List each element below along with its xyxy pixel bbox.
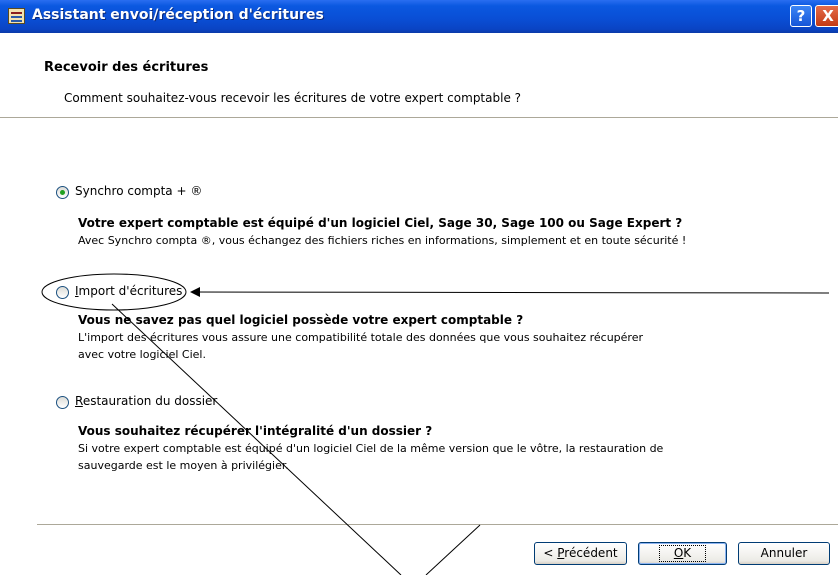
- import-ecritures-radio[interactable]: [56, 286, 69, 299]
- ok-accel: O: [673, 546, 684, 560]
- synchro-compta-radio[interactable]: [56, 186, 69, 199]
- restauration-radio[interactable]: [56, 396, 69, 409]
- ok-focus-ring: OK: [658, 545, 707, 562]
- pointer-line-right: [425, 524, 481, 575]
- import-ecritures-desc-1: L'import des écritures vous assure une c…: [78, 331, 643, 344]
- prev-pre: <: [543, 546, 558, 560]
- footer-divider: [37, 524, 838, 526]
- page-title: Recevoir des écritures: [44, 60, 209, 75]
- restauration-desc-2: sauvegarde est le moyen à privilégier.: [78, 459, 289, 472]
- wizard-header: Recevoir des écritures Comment souhaitez…: [0, 33, 838, 117]
- import-ecritures-label[interactable]: Import d'écritures: [75, 284, 182, 298]
- page-subtitle: Comment souhaitez-vous recevoir les écri…: [64, 91, 522, 105]
- restauration-heading: Vous souhaitez récupérer l'intégralité d…: [78, 424, 433, 438]
- previous-button[interactable]: < Précédent: [534, 542, 627, 565]
- restauration-label[interactable]: Restauration du dossier: [75, 394, 217, 408]
- synchro-compta-heading: Votre expert comptable est équipé d'un l…: [78, 216, 683, 230]
- ledger-icon: [8, 8, 25, 24]
- header-divider: [0, 117, 838, 119]
- pointer-arrow: [190, 287, 830, 298]
- window-title: Assistant envoi/réception d'écritures: [32, 7, 324, 23]
- ok-button[interactable]: OK: [638, 542, 727, 565]
- synchro-compta-desc-1: Avec Synchro compta ®, vous échangez des…: [78, 234, 687, 247]
- cancel-button[interactable]: Annuler: [738, 542, 830, 565]
- restauration-desc-1: Si votre expert comptable est équipé d'u…: [78, 442, 664, 455]
- ok-post: K: [683, 546, 692, 560]
- prev-post: récédent: [564, 546, 618, 560]
- import-ecritures-desc-2: avec votre logiciel Ciel.: [78, 348, 206, 361]
- import-label-post: mport d'écritures: [78, 284, 183, 298]
- synchro-compta-label[interactable]: Synchro compta + ®: [75, 184, 202, 198]
- close-button[interactable]: X: [815, 5, 838, 27]
- import-ecritures-heading: Vous ne savez pas quel logiciel possède …: [78, 313, 524, 327]
- restauration-label-accel: R: [75, 394, 83, 408]
- help-button[interactable]: ?: [790, 5, 812, 27]
- restauration-label-post: estauration du dossier: [82, 394, 218, 408]
- title-bar[interactable]: Assistant envoi/réception d'écritures ? …: [0, 0, 838, 33]
